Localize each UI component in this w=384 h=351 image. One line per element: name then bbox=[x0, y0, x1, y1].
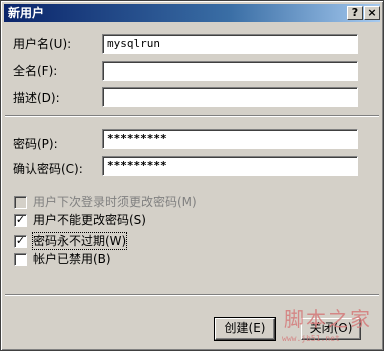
username-field[interactable]: mysqlrun bbox=[102, 34, 358, 54]
checkbox-checked[interactable]: ✓ bbox=[14, 214, 27, 227]
option-label: 密码永不过期(W) bbox=[31, 232, 128, 250]
confirm-password-field[interactable]: ********* bbox=[102, 156, 358, 176]
fullname-field[interactable] bbox=[102, 61, 358, 81]
create-button[interactable]: 创建(E) bbox=[214, 317, 276, 341]
title-bar[interactable]: 新用户 ? × bbox=[4, 4, 380, 22]
confirm-password-label: 确认密码(C): bbox=[13, 162, 83, 176]
fullname-label: 全名(F): bbox=[13, 64, 58, 78]
option-label: 用户不能更改密码(S) bbox=[33, 213, 146, 227]
separator bbox=[5, 294, 379, 296]
password-label: 密码(P): bbox=[13, 137, 58, 151]
checkbox[interactable] bbox=[14, 253, 27, 266]
password-field[interactable]: ********* bbox=[102, 129, 358, 149]
option-label: 用户下次登录时须更改密码(M) bbox=[33, 195, 197, 209]
separator bbox=[5, 115, 379, 117]
watermark-url: www.jb51.net bbox=[282, 334, 340, 343]
checkbox[interactable] bbox=[14, 196, 27, 209]
checkbox-checked[interactable]: ✓ bbox=[14, 235, 27, 248]
window-title: 新用户 bbox=[8, 6, 45, 20]
description-field[interactable] bbox=[102, 87, 358, 107]
close-window-button[interactable]: × bbox=[364, 6, 380, 20]
username-label: 用户名(U): bbox=[13, 37, 72, 51]
description-label: 描述(D): bbox=[13, 91, 60, 105]
watermark-text: 脚本之家 bbox=[284, 307, 372, 331]
new-user-dialog: 新用户 ? × 用户名(U): mysqlrun 全名(F): 描述(D): 密… bbox=[0, 0, 384, 351]
option-label: 帐户已禁用(B) bbox=[33, 252, 111, 266]
help-button[interactable]: ? bbox=[347, 6, 363, 20]
